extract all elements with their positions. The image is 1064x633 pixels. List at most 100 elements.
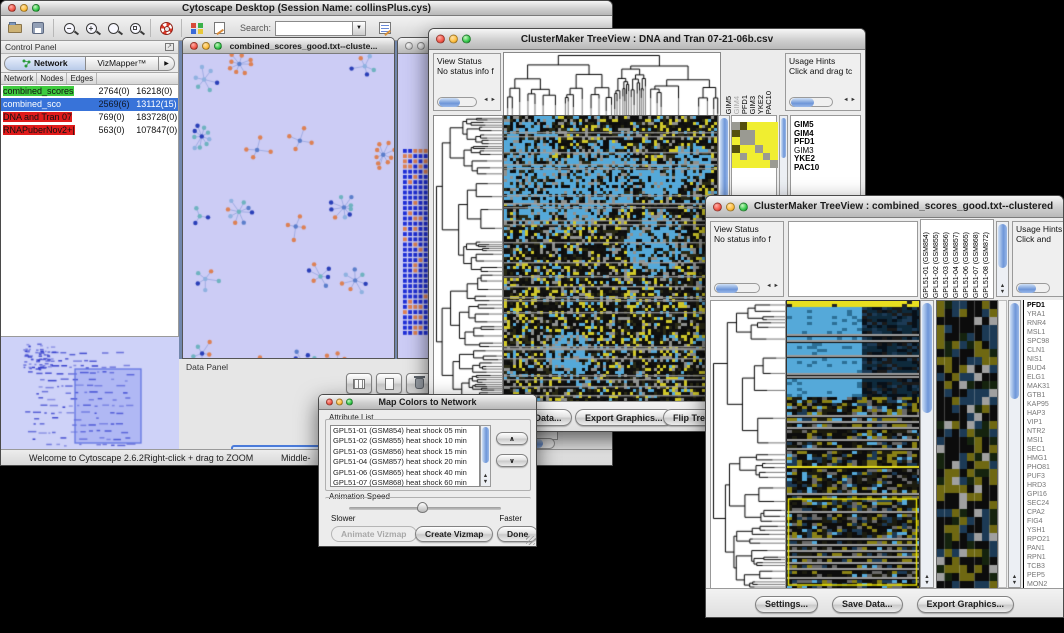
matrix-cell[interactable] [732,122,740,130]
network-row[interactable]: combined_scores 2764(0) 16218(0) [1,85,178,98]
attribute-item[interactable]: GPL51-03 (GSM856) heat shock 15 min [333,447,479,457]
treeview-action-button[interactable]: Settings... [755,596,818,613]
view-status-hscrollbar[interactable] [714,283,760,293]
save-session-button[interactable] [27,18,49,38]
birdseye-canvas[interactable] [1,337,179,449]
tv2-global-heatmap[interactable] [936,300,998,590]
matrix-cell[interactable] [732,137,740,145]
gene-label[interactable]: NIS1 [1027,355,1064,364]
export-graphics-button[interactable]: Export Graphics... [575,409,673,426]
matrix-cell[interactable] [732,145,740,153]
speed-slider-thumb[interactable] [417,502,428,513]
gene-label[interactable]: PAC10 [794,164,860,173]
matrix-cell[interactable] [747,130,755,138]
array-label[interactable]: GPL51-01 (GSM854) [923,232,933,298]
gene-label[interactable]: YRA1 [1027,310,1064,319]
tv1-array-dendrogram[interactable] [503,52,721,116]
network-column-header[interactable]: Nodes [37,73,67,84]
matrix-cell[interactable] [732,160,740,168]
matrix-cell[interactable] [747,145,755,153]
animate-vizmap-button[interactable]: Animate Vizmap [331,526,417,542]
matrix-cell[interactable] [755,145,763,153]
zoom-button[interactable] [32,4,40,12]
gene-label[interactable]: CLN1 [1027,346,1064,355]
gene-label[interactable]: HMG1 [1027,454,1064,463]
treeview-action-button[interactable]: Save Data... [832,596,903,613]
gene-label[interactable]: ELG1 [1027,373,1064,382]
matrix-cell[interactable] [740,130,748,138]
network-row[interactable]: RNAPuberNov2+| 563(0) 107847(0) [1,124,178,137]
scroll-arrows[interactable]: ▲▼ [921,574,933,586]
zoom-button[interactable] [462,35,471,44]
matrix-cell[interactable] [763,153,771,161]
scroll-thumb[interactable] [439,98,460,107]
matrix-cell[interactable] [755,130,763,138]
gene-label[interactable]: PAN1 [1027,544,1064,553]
network-column-header[interactable]: Network [1,73,37,84]
scroll-thumb[interactable] [791,98,814,107]
scroll-arrows[interactable]: ▲▼ [997,283,1008,295]
matrix-cell[interactable] [770,153,778,161]
search-dropdown-button[interactable]: ▼ [353,21,366,36]
create-vizmap-button[interactable]: Create Vizmap [415,526,493,542]
zoom-in-button[interactable]: + [80,18,102,38]
matrix-cell[interactable] [747,153,755,161]
scroll-thumb[interactable] [998,224,1007,268]
close-button[interactable] [190,42,198,50]
minimize-button[interactable] [449,35,458,44]
network-column-header[interactable]: Edges [67,73,97,84]
scroll-thumb[interactable] [716,284,738,293]
matrix-cell[interactable] [763,122,771,130]
gene-label[interactable]: PFD1 [1027,301,1064,310]
attribute-select-button[interactable] [346,373,372,394]
minimize-button[interactable] [417,42,425,50]
close-button[interactable] [436,35,445,44]
array-label[interactable]: GPL51-02 (GSM855) [933,232,943,298]
gene-label[interactable]: SPC98 [1027,337,1064,346]
gene-label[interactable]: RPN1 [1027,553,1064,562]
view-status-hscrollbar[interactable] [437,97,477,107]
attribute-item[interactable]: GPL51-04 (GSM857) heat shock 20 min [333,457,479,467]
zoom-button[interactable] [739,202,748,211]
resize-grip[interactable] [526,536,535,545]
matrix-cell[interactable] [763,160,771,168]
gene-label[interactable]: YSH1 [1027,526,1064,535]
network-table-header[interactable]: NetworkNodesEdges [1,72,178,85]
zoom-button[interactable] [346,399,353,406]
scroll-thumb[interactable] [720,118,728,198]
search-input[interactable] [275,21,353,36]
tv1-heatmap[interactable] [503,115,718,403]
gene-label[interactable]: GPI16 [1027,490,1064,499]
tv1-gene-dendrogram[interactable] [433,115,503,403]
zoom-out-button[interactable]: − [58,18,80,38]
annotation-button[interactable] [208,18,230,38]
gene-label[interactable]: FIG4 [1027,517,1064,526]
gene-label[interactable]: PUF3 [1027,472,1064,481]
gene-label[interactable]: HAP3 [1027,409,1064,418]
close-button[interactable] [713,202,722,211]
gene-label[interactable]: HRD3 [1027,481,1064,490]
gene-label[interactable]: SEC24 [1027,499,1064,508]
attribute-list[interactable]: GPL51-01 (GSM854) heat shock 05 min GPL51… [330,425,480,487]
zoom-fit-button[interactable] [124,18,146,38]
usage-hints-hscrollbar[interactable] [1016,283,1050,293]
minimize-button[interactable] [20,4,28,12]
scroll-arrows[interactable]: ▲▼ [1009,574,1020,586]
matrix-cell[interactable] [755,122,763,130]
matrix-cell[interactable] [740,137,748,145]
scroll-arrows[interactable]: ▲▼ [481,473,490,485]
tv2-heatmap[interactable] [786,300,920,590]
matrix-cell[interactable] [747,160,755,168]
minimize-button[interactable] [726,202,735,211]
array-label[interactable]: GPL51-03 (GSM856) [943,232,953,298]
minimize-button[interactable] [202,42,210,50]
attribute-item[interactable]: GPL51-01 (GSM854) heat shock 05 min [333,426,479,436]
matrix-cell[interactable] [755,160,763,168]
matrix-cell[interactable] [740,153,748,161]
matrix-cell[interactable] [763,145,771,153]
matrix-cell[interactable] [747,122,755,130]
gene-label[interactable]: TCB3 [1027,562,1064,571]
tv2-gene-dendrogram[interactable] [710,300,786,590]
matrix-cell[interactable] [770,160,778,168]
gene-label[interactable]: RPO21 [1027,535,1064,544]
